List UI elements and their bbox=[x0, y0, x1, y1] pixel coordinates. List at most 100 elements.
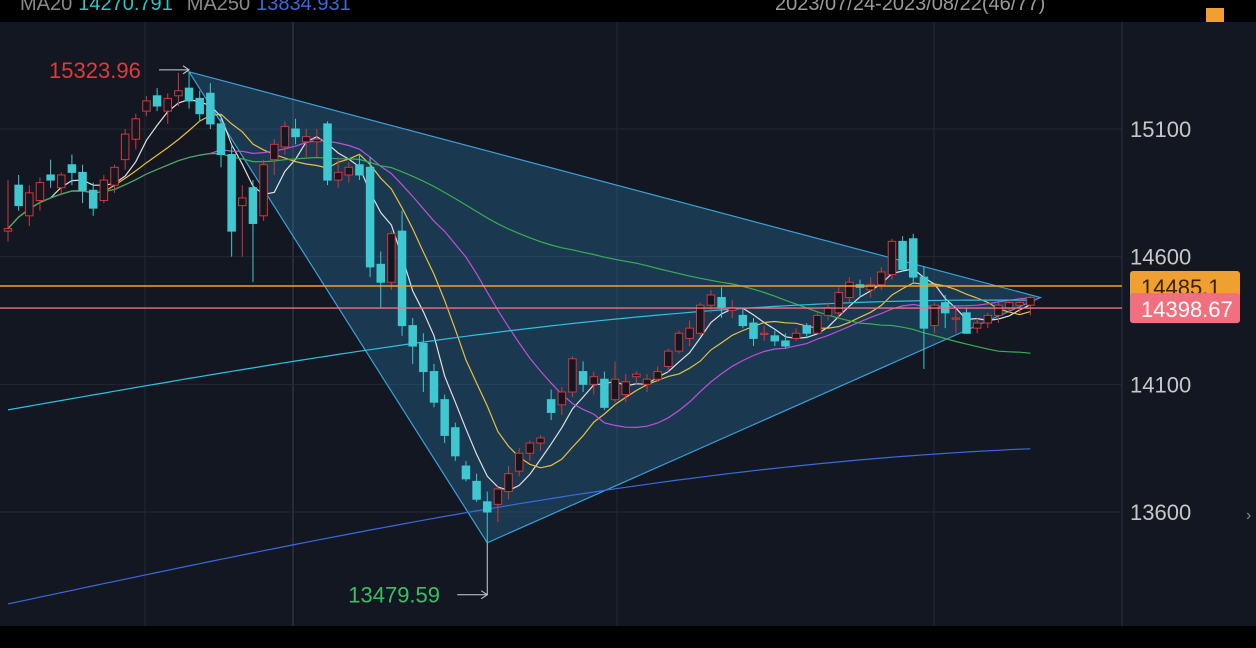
candle-down bbox=[802, 325, 811, 334]
candle-up bbox=[823, 307, 833, 316]
candle-up bbox=[632, 373, 641, 378]
candle-down bbox=[195, 97, 204, 115]
date-range: 2023/07/24-2023/08/22(46/77) bbox=[775, 0, 1046, 15]
candle-up bbox=[557, 391, 567, 406]
bottom-bar bbox=[0, 626, 1256, 648]
candle-down bbox=[781, 340, 790, 347]
candle-up bbox=[845, 281, 854, 299]
candle-down bbox=[248, 187, 258, 224]
candle-up bbox=[312, 138, 322, 143]
low-marker-label: 13479.59 bbox=[348, 583, 440, 608]
candle-down bbox=[461, 465, 471, 480]
candle-up bbox=[525, 442, 535, 454]
candle-down bbox=[78, 171, 87, 191]
candle-down bbox=[216, 123, 226, 156]
y-tick-label: 14600 bbox=[1130, 245, 1191, 270]
candle-up bbox=[99, 179, 109, 201]
candle-down bbox=[67, 164, 77, 173]
candle-up bbox=[280, 125, 290, 148]
candle-down bbox=[376, 263, 385, 283]
candle-up bbox=[983, 314, 993, 324]
settings-icon[interactable] bbox=[1206, 8, 1224, 22]
candle-up bbox=[1026, 297, 1035, 306]
candle-up bbox=[259, 164, 268, 217]
candle-up bbox=[951, 317, 961, 320]
candle-down bbox=[184, 87, 194, 102]
candle-up bbox=[57, 174, 66, 189]
candle-up bbox=[674, 332, 684, 352]
candle-down bbox=[397, 230, 407, 327]
candle-up bbox=[759, 332, 769, 335]
candle-down bbox=[962, 312, 971, 334]
candle-down bbox=[749, 322, 758, 339]
candle-up bbox=[3, 228, 13, 232]
candle-up bbox=[696, 304, 705, 334]
candle-up bbox=[120, 133, 130, 161]
chart-area: 13600 14100 14600 15100 14485.1 14398.67 15323… bbox=[0, 22, 1256, 626]
chevron-right-icon: › bbox=[1246, 507, 1251, 524]
candle-down bbox=[206, 92, 215, 125]
candle-up bbox=[589, 376, 598, 385]
ma250-value: 13834.931 bbox=[256, 0, 351, 15]
candle-up bbox=[110, 166, 119, 186]
candle-down bbox=[483, 501, 492, 513]
candle-down bbox=[429, 371, 439, 403]
candle-down bbox=[600, 378, 609, 408]
candle-down bbox=[717, 297, 726, 309]
candle-up bbox=[653, 371, 662, 380]
candle-down bbox=[909, 238, 918, 278]
candle-down bbox=[355, 164, 364, 176]
candle-down bbox=[440, 399, 449, 436]
candle-down bbox=[898, 240, 907, 270]
candle-up bbox=[610, 378, 620, 401]
y-tick-label: 14100 bbox=[1130, 372, 1191, 397]
candle-up bbox=[514, 452, 524, 472]
candle-up bbox=[142, 100, 151, 112]
candle-down bbox=[46, 174, 55, 181]
price-tag-label: 14398.67 bbox=[1141, 297, 1233, 322]
candle-up bbox=[238, 197, 247, 207]
candle-up bbox=[877, 271, 886, 286]
candle-up bbox=[493, 488, 503, 505]
candle-up bbox=[887, 240, 897, 276]
candle-up bbox=[568, 358, 577, 393]
ma20-label: MA20 bbox=[20, 0, 73, 15]
candle-up bbox=[333, 171, 343, 181]
candle-up bbox=[504, 473, 513, 493]
candle-down bbox=[546, 399, 556, 413]
candle-up bbox=[1004, 302, 1014, 309]
candle-up bbox=[270, 143, 279, 161]
candle-up bbox=[813, 314, 822, 334]
candle-up bbox=[994, 304, 1003, 316]
candle-down bbox=[14, 184, 23, 207]
ma20-value: 14270.791 bbox=[78, 0, 173, 15]
candle-up bbox=[642, 378, 652, 385]
candle-up bbox=[387, 233, 396, 283]
candle-up bbox=[664, 350, 673, 367]
chart-header: MA20 14270.791 MA250 13834.931 2023/07/24-2… bbox=[0, 0, 1256, 22]
ma250-label: MA250 bbox=[186, 0, 251, 15]
candle-up bbox=[301, 136, 311, 143]
candle-up bbox=[174, 90, 183, 97]
candle-down bbox=[227, 154, 236, 232]
candle-down bbox=[419, 342, 428, 373]
candle-up bbox=[685, 327, 694, 339]
candle-down bbox=[472, 480, 481, 500]
candle-down bbox=[365, 166, 375, 268]
candle-down bbox=[451, 427, 460, 457]
candle-down bbox=[578, 371, 588, 385]
y-tick-label: 13600 bbox=[1130, 500, 1191, 525]
candle-down bbox=[770, 335, 780, 342]
candle-down bbox=[291, 128, 300, 138]
candle-up bbox=[344, 166, 354, 176]
candle-up bbox=[621, 381, 630, 396]
candle-up bbox=[163, 97, 172, 112]
candlestick-chart: 1360014100146001510014485.114398.6715323… bbox=[0, 22, 1251, 626]
y-tick-label: 15100 bbox=[1130, 117, 1191, 142]
candle-up bbox=[972, 322, 982, 329]
candle-down bbox=[408, 325, 417, 347]
candle-up bbox=[834, 291, 843, 314]
candle-down bbox=[88, 189, 98, 209]
candle-down bbox=[919, 276, 929, 329]
candle-down bbox=[323, 123, 332, 181]
